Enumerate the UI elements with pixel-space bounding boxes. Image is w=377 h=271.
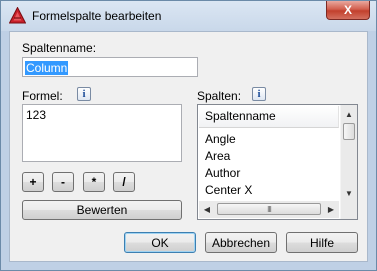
scroll-up-icon[interactable]: ▲: [341, 106, 357, 122]
column-name-label: Spaltenname:: [22, 41, 97, 55]
vertical-scroll-thumb[interactable]: [343, 123, 355, 140]
evaluate-label: Bewerten: [76, 203, 128, 217]
help-label: Hilfe: [309, 235, 334, 250]
list-item[interactable]: Author: [205, 166, 240, 180]
formula-value: 123: [26, 108, 47, 122]
scroll-left-icon[interactable]: ◀: [199, 201, 215, 217]
horizontal-scrollbar[interactable]: ◀ III ▶: [199, 201, 339, 218]
dialog-body: Spaltenname: Column Formel: i 123 + - * …: [9, 31, 368, 262]
scroll-right-icon[interactable]: ▶: [323, 201, 339, 217]
columns-header-label: Spaltenname: [205, 109, 276, 123]
formula-label: Formel:: [22, 89, 63, 103]
list-item[interactable]: Angle: [205, 132, 236, 146]
autocad-logo-icon: [9, 7, 26, 24]
vertical-scrollbar[interactable]: ▲ ▼: [340, 105, 357, 219]
divide-button[interactable]: /: [113, 172, 135, 192]
plus-button[interactable]: +: [22, 172, 44, 192]
cancel-label: Abbrechen: [211, 235, 271, 250]
title-bar[interactable]: Formelspalte bearbeiten X: [1, 1, 376, 31]
formula-input[interactable]: 123: [22, 104, 182, 162]
column-name-value: Column: [25, 61, 69, 75]
cancel-button[interactable]: Abbrechen: [205, 232, 277, 253]
multiply-label: *: [91, 175, 97, 189]
columns-label: Spalten:: [197, 89, 242, 103]
columns-list-header[interactable]: Spaltenname: [199, 106, 339, 128]
scroll-grip-icon: III: [267, 204, 272, 214]
list-item[interactable]: Center X: [205, 183, 252, 197]
help-button[interactable]: Hilfe: [286, 232, 358, 253]
plus-label: +: [29, 175, 37, 189]
divide-label: /: [122, 175, 126, 189]
evaluate-button[interactable]: Bewerten: [22, 200, 182, 220]
minus-button[interactable]: -: [52, 172, 74, 192]
minus-label: -: [61, 175, 65, 189]
scroll-down-icon[interactable]: ▼: [341, 185, 357, 201]
column-name-input[interactable]: Column: [22, 57, 198, 77]
ok-label: OK: [151, 235, 169, 250]
close-button[interactable]: X: [326, 1, 370, 20]
list-item[interactable]: Area: [205, 149, 230, 163]
ok-button[interactable]: OK: [124, 232, 196, 253]
columns-listbox[interactable]: Spaltenname Angle Area Author Center X ▲…: [197, 104, 358, 220]
columns-info-icon[interactable]: i: [252, 87, 266, 101]
multiply-button[interactable]: *: [83, 172, 105, 192]
close-icon: X: [343, 3, 352, 17]
horizontal-scroll-thumb[interactable]: III: [217, 203, 321, 215]
dialog-window: Formelspalte bearbeiten X Spaltenname: C…: [0, 0, 377, 271]
formula-info-icon[interactable]: i: [77, 87, 91, 101]
window-title: Formelspalte bearbeiten: [32, 9, 162, 23]
